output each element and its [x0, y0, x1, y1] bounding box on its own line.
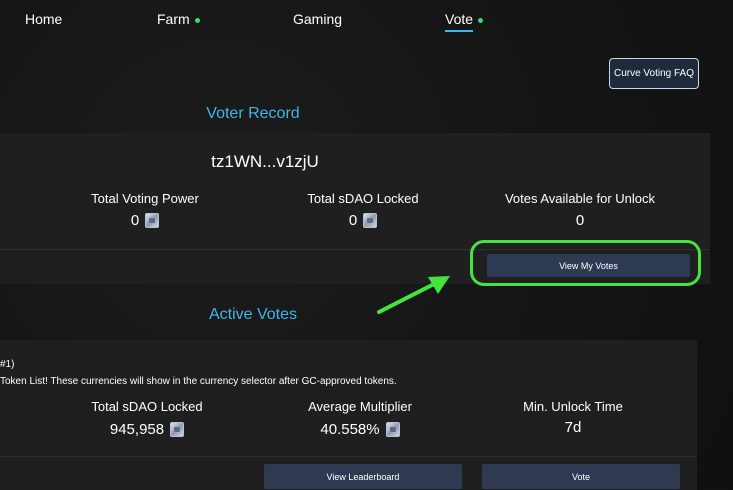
vote-description: Token List! These currencies will show i…: [0, 376, 397, 387]
sdao-token-icon: [145, 213, 160, 228]
stat-value-text: 0: [575, 212, 585, 229]
nav-home-label: Home: [25, 11, 63, 27]
stat-label-votes-unlock: Votes Available for Unlock: [504, 191, 656, 206]
wallet-address: tz1WN...v1zjU: [211, 152, 319, 171]
nav-home[interactable]: Home: [25, 11, 62, 27]
stat-label-sdao-locked: Total sDAO Locked: [307, 191, 419, 206]
stat-value-text: 945,958: [109, 421, 165, 438]
green-arrow-icon: [377, 276, 450, 314]
nav-farm-label: Farm: [157, 11, 190, 27]
sdao-token-icon: [363, 213, 378, 228]
nav-vote[interactable]: Vote: [445, 11, 484, 32]
sdao-token-icon: [170, 422, 185, 437]
active-votes-title: Active Votes: [208, 306, 298, 323]
nav-vote-label: Vote: [445, 11, 474, 27]
stat-label-total-sdao: Total sDAO Locked: [91, 399, 203, 414]
stat-label-voting-power: Total Voting Power: [91, 191, 199, 206]
stat-value-voting-power: 0: [45, 212, 245, 229]
card-divider: [0, 456, 697, 457]
stat-value-min-unlock: 7d: [473, 419, 673, 436]
nav-farm[interactable]: Farm: [157, 11, 200, 27]
stat-value-sdao-locked: 0: [263, 212, 463, 229]
nav-gaming-label: Gaming: [293, 11, 343, 27]
vote-button[interactable]: Vote: [482, 464, 680, 489]
stat-label-avg-multiplier: Average Multiplier: [308, 399, 412, 414]
nav-gaming[interactable]: Gaming: [293, 11, 342, 27]
stat-value-votes-unlock: 0: [480, 212, 680, 229]
vote-index: #1): [0, 359, 15, 370]
nav-active-underline: [445, 30, 474, 32]
stat-value-avg-multiplier: 40.558%: [260, 421, 460, 438]
curve-voting-faq-button[interactable]: Curve Voting FAQ: [609, 58, 699, 89]
status-dot-icon: [194, 17, 200, 23]
stat-label-min-unlock: Min. Unlock Time: [523, 399, 623, 414]
stat-value-text: 7d: [564, 419, 582, 436]
status-dot-icon: [478, 17, 484, 23]
voter-record-title: Voter Record: [206, 105, 300, 122]
stat-value-total-sdao: 945,958: [47, 421, 247, 438]
highlight-box: [470, 240, 701, 286]
stat-value-text: 40.558%: [320, 421, 380, 438]
stat-value-text: 0: [348, 212, 358, 229]
sdao-token-icon: [385, 422, 400, 437]
view-leaderboard-button[interactable]: View Leaderboard: [264, 464, 462, 489]
stat-value-text: 0: [130, 212, 140, 229]
nav-vote-label-wrap: Vote: [445, 11, 474, 32]
